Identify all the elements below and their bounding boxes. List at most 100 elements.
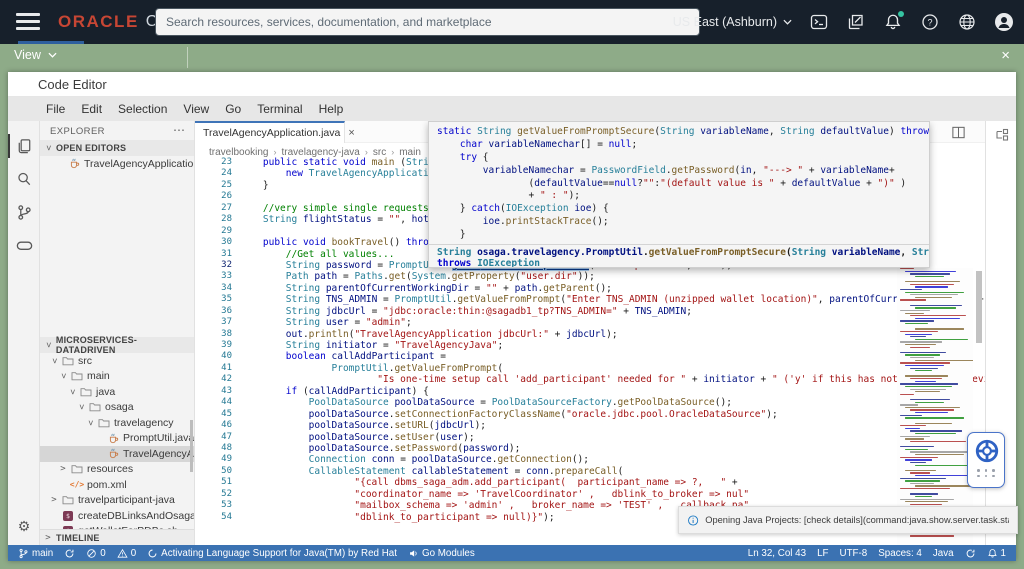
tree-item-travelparticipant-java[interactable]: > travelparticipant-java (40, 493, 194, 509)
workspace-section[interactable]: > MICROSERVICES-DATADRIVEN (40, 335, 194, 355)
tab-travelagencyapplication[interactable]: TravelAgencyApplication.java × (195, 121, 355, 143)
code-line[interactable]: 41 PromptUtil.getValueFromPrompt( (195, 363, 985, 374)
gear-icon[interactable]: ⚙ (8, 511, 40, 541)
tree-item-resources[interactable]: > resources (40, 462, 194, 478)
menu-terminal[interactable]: Terminal (249, 102, 310, 116)
source-control-icon[interactable] (8, 197, 40, 227)
code-line[interactable]: 50 CallableStatement callableStatement =… (195, 466, 985, 477)
status-go-modules[interactable]: Go Modules (408, 548, 475, 559)
tree-item-travelagencyapp-[interactable]: TravelAgencyApp... (40, 446, 194, 462)
code-line[interactable]: 46 poolDataSource.setURL(jdbcUrl); (195, 420, 985, 431)
code-line[interactable]: 35 String TNS_ADMIN = PromptUtil.getValu… (195, 294, 985, 305)
more-actions-icon[interactable]: ⋯ (173, 123, 185, 137)
tree-item-travelagency[interactable]: > travelagency (40, 415, 194, 431)
line-number[interactable]: 34 (195, 283, 232, 294)
tree-item-promptutil-java[interactable]: PromptUtil.java (40, 431, 194, 447)
line-number[interactable]: 51 (195, 477, 232, 488)
status-sync-icon[interactable] (64, 548, 75, 559)
hamburger-menu-icon[interactable] (16, 13, 40, 31)
status-java[interactable]: Java (933, 548, 954, 559)
line-number[interactable]: 25 (195, 180, 232, 191)
editor-scrollbar[interactable] (976, 271, 982, 343)
cloud-shell-icon[interactable] (809, 12, 829, 32)
menu-go[interactable]: Go (217, 102, 249, 116)
tree-item-osaga[interactable]: > osaga (40, 400, 194, 416)
breadcrumb-item[interactable]: main (399, 147, 421, 158)
globe-language-icon[interactable] (957, 12, 977, 32)
code-line[interactable]: 37 String user = "admin"; (195, 317, 985, 328)
line-number[interactable]: 38 (195, 329, 232, 340)
tab-close-icon[interactable]: × (348, 127, 354, 139)
line-number[interactable]: 49 (195, 454, 232, 465)
menu-view[interactable]: View (175, 102, 217, 116)
tree-item-createdblinksandosagai-[interactable]: $ createDBLinksAndOsagaI... (40, 508, 194, 524)
breadcrumb-item[interactable]: travelagency-java (281, 147, 359, 158)
open-editor-item[interactable]: TravelAgencyApplication.java (40, 156, 194, 172)
view-dropdown[interactable]: View (14, 48, 57, 62)
code-line[interactable]: 49 Connection conn = poolDataSource.getC… (195, 454, 985, 465)
line-number[interactable]: 30 (195, 237, 232, 248)
line-number[interactable]: 26 (195, 191, 232, 202)
notifications-bell-icon[interactable] (883, 11, 904, 32)
code-line[interactable]: 33 Path path = Paths.get(System.getPrope… (195, 271, 985, 282)
line-number[interactable]: 47 (195, 432, 232, 443)
open-editors-section[interactable]: > OPEN EDITORS (40, 140, 194, 156)
status-1[interactable]: 1 (987, 548, 1006, 559)
tree-item-java[interactable]: > java (40, 384, 194, 400)
breadcrumb-item[interactable]: src (373, 147, 386, 158)
status-utf-8[interactable]: UTF-8 (840, 548, 868, 559)
notification-toast[interactable]: Opening Java Projects: [check details](c… (678, 506, 1018, 534)
help-icon[interactable]: ? (920, 12, 940, 32)
code-line[interactable]: 42 "Is one-time setup call 'add_particip… (195, 374, 985, 385)
code-line[interactable]: 45 poolDataSource.setConnectionFactoryCl… (195, 409, 985, 420)
plugin-icon[interactable] (8, 230, 40, 260)
line-number[interactable]: 52 (195, 489, 232, 500)
split-editor-icon[interactable] (951, 125, 966, 140)
line-number[interactable]: 37 (195, 317, 232, 328)
line-number[interactable]: 28 (195, 214, 232, 225)
menu-selection[interactable]: Selection (110, 102, 175, 116)
tree-item-main[interactable]: > main (40, 369, 194, 385)
code-line[interactable]: 44 PoolDataSource poolDataSource = PoolD… (195, 397, 985, 408)
sidebar-scrollbar[interactable] (190, 420, 193, 472)
menu-file[interactable]: File (38, 102, 73, 116)
code-line[interactable]: 47 poolDataSource.setUser(user); (195, 432, 985, 443)
line-number[interactable]: 29 (195, 226, 232, 237)
close-icon[interactable]: × (1001, 47, 1010, 64)
line-number[interactable]: 41 (195, 363, 232, 374)
explorer-icon[interactable] (8, 131, 40, 161)
tree-item-src[interactable]: > src (40, 353, 194, 369)
line-number[interactable]: 33 (195, 271, 232, 282)
search-input[interactable] (155, 8, 700, 36)
timeline-section[interactable]: > TIMELINE (40, 529, 194, 545)
code-line[interactable]: 34 String parentOfCurrentWorkingDir = ""… (195, 283, 985, 294)
breadcrumb-item[interactable]: travelbooking (209, 147, 268, 158)
code-line[interactable]: 43 if (callAddParticipant) { (195, 386, 985, 397)
status-0[interactable]: 0 (117, 548, 136, 559)
line-number[interactable]: 39 (195, 340, 232, 351)
code-line[interactable]: 48 poolDataSource.setPassword(password); (195, 443, 985, 454)
code-line[interactable]: 39 String initiator = "TravelAgencyJava"… (195, 340, 985, 351)
line-number[interactable]: 54 (195, 512, 232, 523)
line-number[interactable]: 27 (195, 203, 232, 214)
status-main[interactable]: main (18, 548, 53, 559)
status-ln-32-col-43[interactable]: Ln 32, Col 43 (748, 548, 806, 559)
line-number[interactable]: 46 (195, 420, 232, 431)
help-lifebuoy-button[interactable] (967, 432, 1005, 488)
line-number[interactable]: 24 (195, 168, 232, 179)
status-sync-icon[interactable] (965, 548, 976, 559)
menu-edit[interactable]: Edit (73, 102, 110, 116)
code-line[interactable]: 51 "{call dbms_saga_adm.add_participant(… (195, 477, 985, 488)
code-line[interactable]: 36 String jdbcUrl = "jdbc:oracle:thin:@s… (195, 306, 985, 317)
line-number[interactable]: 42 (195, 374, 232, 385)
status-lf[interactable]: LF (817, 548, 828, 559)
line-number[interactable]: 36 (195, 306, 232, 317)
menu-help[interactable]: Help (311, 102, 352, 116)
line-number[interactable]: 53 (195, 500, 232, 511)
search-icon[interactable] (8, 164, 40, 194)
status-activating-language-support-[interactable]: Activating Language Support for Java(TM)… (147, 548, 397, 559)
line-number[interactable]: 44 (195, 397, 232, 408)
region-selector[interactable]: US East (Ashburn) (673, 15, 792, 29)
tree-item-pom-xml[interactable]: </> pom.xml (40, 477, 194, 493)
line-number[interactable]: 48 (195, 443, 232, 454)
